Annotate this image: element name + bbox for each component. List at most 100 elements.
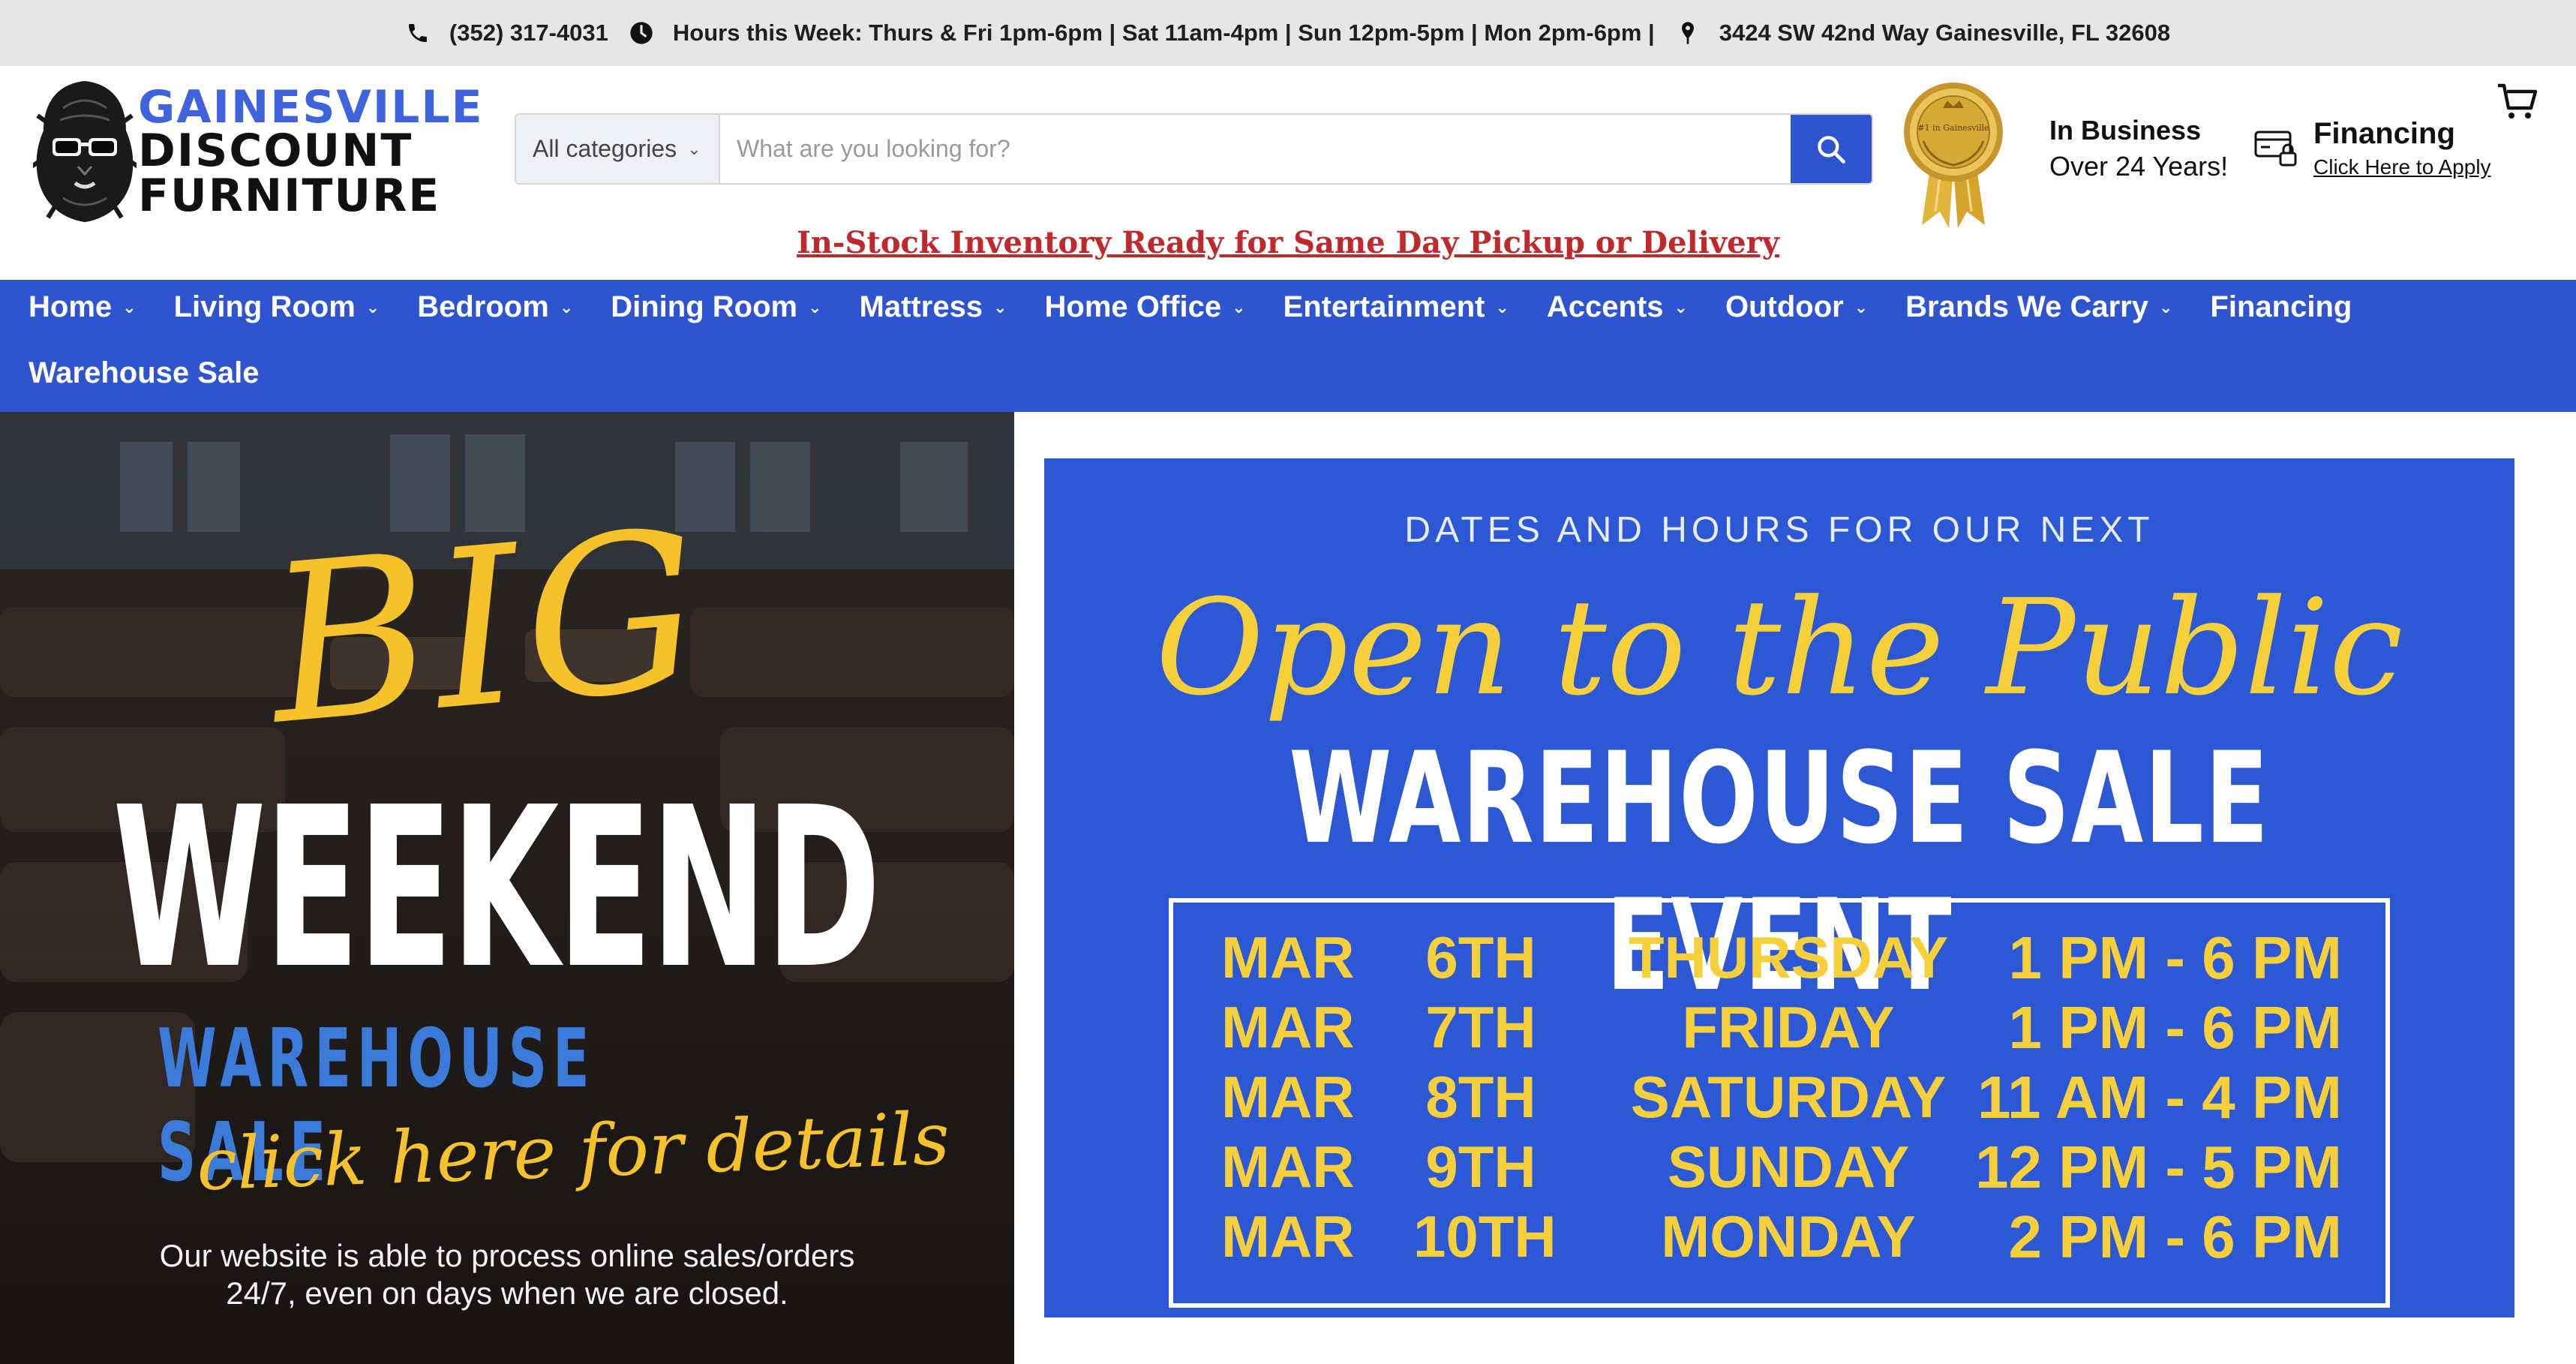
schedule-table: MAR 6TH THURSDAY 1 PM - 6 PM MAR 7TH FRI… bbox=[1169, 898, 2390, 1308]
chevron-down-icon: ⌄ bbox=[808, 297, 822, 317]
poster-pre-title: DATES AND HOURS FOR OUR NEXT bbox=[1404, 510, 2154, 550]
credit-card-icon bbox=[2254, 131, 2297, 167]
chevron-down-icon: ⌄ bbox=[1854, 297, 1869, 317]
schedule-day: SUNDAY bbox=[1667, 1134, 1910, 1200]
search-button[interactable] bbox=[1791, 115, 1872, 183]
poster-script-title: Open to the Public bbox=[1155, 571, 2403, 725]
financing-block[interactable]: Financing Click Here to Apply bbox=[2313, 117, 2491, 179]
phone-info[interactable]: (352) 317-4031 bbox=[406, 20, 608, 47]
nav-item-label: Warehouse Sale bbox=[29, 356, 260, 389]
nav-item-label: Home bbox=[29, 290, 113, 323]
schedule-row: MAR 7TH FRIDAY 1 PM - 6 PM bbox=[1173, 993, 2385, 1061]
nav-item-living-room[interactable]: Living Room ⌄ bbox=[174, 290, 380, 324]
schedule-row: MAR 6TH THURSDAY 1 PM - 6 PM bbox=[1173, 924, 2385, 991]
chevron-down-icon: ⌄ bbox=[1674, 297, 1688, 317]
schedule-month: MAR bbox=[1221, 924, 1355, 990]
warehouse-sale-schedule-banner[interactable]: DATES AND HOURS FOR OUR NEXT Open to the… bbox=[1044, 458, 2514, 1317]
financing-title: Financing bbox=[2313, 117, 2455, 150]
nav-item-label: Brands We Carry bbox=[1905, 290, 2148, 323]
in-business-info: In Business Over 24 Years! bbox=[2049, 113, 2228, 185]
pin-icon bbox=[1681, 22, 1694, 44]
schedule-hours: 1 PM - 6 PM bbox=[2008, 924, 2342, 991]
schedule-hours: 2 PM - 6 PM bbox=[2008, 1203, 2342, 1270]
nav-item-dining-room[interactable]: Dining Room ⌄ bbox=[611, 290, 821, 324]
category-select-label: All categories bbox=[533, 135, 677, 162]
schedule-date: 6TH bbox=[1425, 924, 1536, 990]
schedule-row: MAR 8TH SATURDAY 11 AM - 4 PM bbox=[1173, 1063, 2385, 1131]
nav-item-label: Accents bbox=[1546, 290, 1664, 323]
chevron-down-icon: ⌄ bbox=[687, 139, 701, 158]
banner-online-note: Our website is able to process online sa… bbox=[0, 1237, 1014, 1312]
online-note-line-2: 24/7, even on days when we are closed. bbox=[226, 1275, 788, 1311]
schedule-month: MAR bbox=[1221, 1203, 1355, 1269]
in-business-line-2: Over 24 Years! bbox=[2049, 151, 2229, 182]
chevron-down-icon: ⌄ bbox=[1495, 297, 1509, 317]
schedule-row: MAR 9TH SUNDAY 12 PM - 5 PM bbox=[1173, 1133, 2385, 1200]
clock-icon bbox=[630, 22, 653, 44]
nav-item-label: Dining Room bbox=[611, 290, 798, 323]
chevron-down-icon: ⌄ bbox=[993, 297, 1007, 317]
chevron-down-icon: ⌄ bbox=[122, 297, 137, 317]
nav-item-label: Home Office bbox=[1044, 290, 1222, 323]
search-input[interactable] bbox=[720, 115, 1791, 183]
schedule-row: MAR 10TH MONDAY 2 PM - 6 PM bbox=[1173, 1203, 2385, 1270]
address-info[interactable]: 3424 SW 42nd Way Gainesville, FL 32608 bbox=[1676, 20, 2170, 47]
nav-item-label: Living Room bbox=[173, 290, 356, 323]
logo-mascot-icon bbox=[33, 81, 137, 222]
nav-item-outdoor[interactable]: Outdoor ⌄ bbox=[1725, 290, 1868, 324]
schedule-day: MONDAY bbox=[1661, 1203, 1916, 1269]
schedule-month: MAR bbox=[1221, 1064, 1355, 1130]
schedule-hours: 11 AM - 4 PM bbox=[1977, 1064, 2342, 1131]
big-weekend-banner[interactable]: BIG WEEKEND WAREHOUSE SALE click here fo… bbox=[0, 412, 1014, 1364]
schedule-date: 8TH bbox=[1425, 1064, 1536, 1130]
banner-big-text: BIG bbox=[260, 483, 713, 774]
schedule-date: 10TH bbox=[1413, 1203, 1557, 1269]
schedule-day: SATURDAY bbox=[1630, 1064, 1947, 1130]
chevron-down-icon: ⌄ bbox=[2158, 297, 2173, 317]
site-logo[interactable]: GAINESVILLE DISCOUNT FURNITURE bbox=[33, 78, 482, 228]
store-hours: Hours this Week: Thurs & Fri 1pm-6pm | S… bbox=[672, 20, 1655, 46]
chevron-down-icon: ⌄ bbox=[1232, 297, 1246, 317]
schedule-hours: 1 PM - 6 PM bbox=[2008, 994, 2342, 1061]
promo-link[interactable]: In-Stock Inventory Ready for Same Day Pi… bbox=[0, 225, 2576, 260]
nav-item-label: Entertainment bbox=[1283, 290, 1485, 323]
award-badge-icon: #1 in Gainesville bbox=[1904, 83, 2003, 228]
nav-item-label: Financing bbox=[2210, 290, 2352, 323]
schedule-date: 7TH bbox=[1425, 994, 1536, 1060]
nav-item-label: Bedroom bbox=[417, 290, 549, 323]
nav-item-bedroom[interactable]: Bedroom ⌄ bbox=[417, 290, 573, 324]
category-select[interactable]: All categories ⌄ bbox=[516, 115, 720, 183]
nav-item-brands[interactable]: Brands We Carry ⌄ bbox=[1905, 290, 2172, 324]
schedule-hours: 12 PM - 5 PM bbox=[1974, 1134, 2342, 1200]
main-nav: Home ⌄ Living Room ⌄ Bedroom ⌄ Dining Room ⌄… bbox=[0, 280, 2576, 412]
nav-item-label: Outdoor bbox=[1725, 290, 1844, 323]
financing-apply-link[interactable]: Click Here to Apply bbox=[2313, 155, 2491, 179]
nav-item-entertainment[interactable]: Entertainment ⌄ bbox=[1283, 290, 1509, 324]
nav-item-warehouse-sale[interactable]: Warehouse Sale bbox=[29, 356, 260, 390]
nav-item-home-office[interactable]: Home Office ⌄ bbox=[1045, 290, 1246, 324]
phone-icon bbox=[408, 24, 427, 42]
nav-item-financing[interactable]: Financing bbox=[2210, 290, 2352, 324]
chevron-down-icon: ⌄ bbox=[559, 297, 574, 317]
chevron-down-icon: ⌄ bbox=[365, 297, 380, 317]
top-info-bar: (352) 317-4031 Hours this Week: Thurs & … bbox=[0, 0, 2576, 66]
schedule-month: MAR bbox=[1221, 994, 1355, 1060]
nav-item-label: Mattress bbox=[859, 290, 983, 323]
store-address[interactable]: 3424 SW 42nd Way Gainesville, FL 32608 bbox=[1719, 20, 2170, 47]
banner-weekend-text: WEEKEND bbox=[113, 759, 881, 1017]
search-icon bbox=[1818, 135, 1845, 164]
award-text: #1 in Gainesville bbox=[1917, 123, 1989, 133]
schedule-day: THURSDAY bbox=[1628, 924, 1949, 990]
nav-item-home[interactable]: Home ⌄ bbox=[29, 290, 137, 324]
schedule-month: MAR bbox=[1221, 1134, 1355, 1200]
search-bar: All categories ⌄ bbox=[515, 113, 1873, 185]
nav-item-accents[interactable]: Accents ⌄ bbox=[1547, 290, 1688, 324]
cart-icon[interactable] bbox=[2496, 83, 2538, 122]
phone-number[interactable]: (352) 317-4031 bbox=[449, 20, 608, 47]
schedule-day: FRIDAY bbox=[1682, 994, 1895, 1060]
online-note-line-1: Our website is able to process online sa… bbox=[159, 1238, 855, 1273]
hours-info: Hours this Week: Thurs & Fri 1pm-6pm | S… bbox=[629, 20, 1655, 47]
schedule-date: 9TH bbox=[1425, 1134, 1536, 1200]
nav-item-mattress[interactable]: Mattress ⌄ bbox=[860, 290, 1007, 324]
logo-line-3: FURNITURE bbox=[138, 170, 441, 222]
